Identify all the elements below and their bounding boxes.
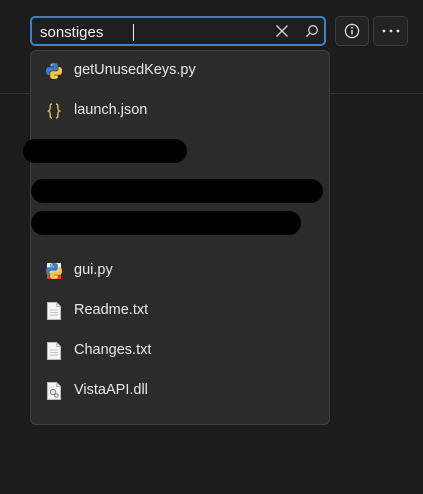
text-file-icon — [44, 301, 64, 321]
python-file-icon — [44, 61, 64, 81]
info-icon — [344, 23, 360, 39]
close-icon — [276, 25, 288, 37]
search-icon — [306, 25, 318, 37]
search-input[interactable] — [40, 22, 260, 42]
redaction-block — [31, 211, 301, 235]
json-file-icon — [44, 101, 64, 121]
text-file-icon — [44, 341, 64, 361]
result-item[interactable]: Changes.txt — [31, 331, 329, 371]
partial-file-icon — [44, 421, 64, 424]
result-item[interactable]: VistaAPI.dll — [31, 371, 329, 411]
result-item[interactable]: launch.json — [31, 91, 329, 131]
search-button[interactable] — [302, 21, 322, 41]
search-results-dropdown: getUnusedKeys.py launch.json gui.py Read… — [30, 50, 330, 425]
redaction-block — [23, 139, 187, 163]
result-item-label: VistaAPI.dll — [74, 382, 148, 398]
redaction-block — [31, 179, 323, 203]
dll-file-icon — [44, 381, 64, 401]
result-item-label: getUnusedKeys.py — [74, 62, 196, 78]
search-box[interactable] — [30, 16, 326, 46]
text-caret — [133, 24, 134, 41]
result-item-label: Readme.txt — [74, 302, 149, 318]
result-item-label: launch.json — [74, 102, 148, 118]
result-item[interactable]: getUnusedKeys.py — [31, 51, 329, 91]
info-button[interactable] — [335, 16, 369, 46]
result-item-label: gui.py — [74, 262, 113, 278]
result-item[interactable]: gui.py — [31, 251, 329, 291]
more-options-button[interactable] — [373, 16, 408, 46]
clear-button[interactable] — [272, 21, 292, 41]
result-item[interactable]: Readme.txt — [31, 291, 329, 331]
ellipsis-icon — [382, 29, 399, 33]
result-item[interactable] — [31, 411, 329, 424]
python-file-icon — [44, 261, 64, 281]
result-item-label: Changes.txt — [74, 342, 152, 358]
